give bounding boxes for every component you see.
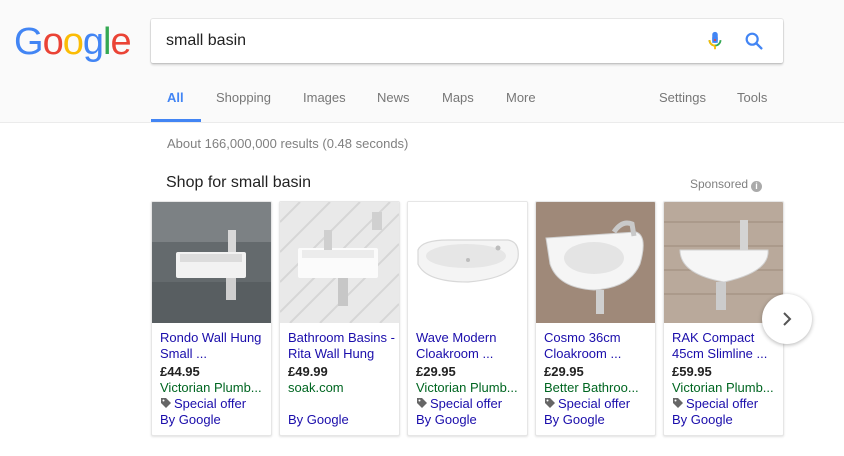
logo-letter: l (102, 21, 112, 63)
tab-news[interactable]: News (377, 90, 410, 105)
tag-icon (673, 398, 683, 408)
product-card[interactable]: Bathroom Basins - Rita Wall Hung £49.99 … (279, 201, 400, 436)
product-card[interactable]: Wave Modern Cloakroom ... £29.95 Victori… (407, 201, 528, 436)
search-tabs: All Shopping Images News Maps More Setti… (0, 80, 844, 123)
tab-all[interactable]: All (167, 90, 184, 105)
by-google-link[interactable]: By Google (672, 412, 782, 428)
product-merchant: soak.com (288, 380, 344, 395)
tag-icon (417, 398, 427, 408)
product-title[interactable]: Rondo Wall Hung Small ... (160, 330, 270, 362)
by-google-link[interactable]: By Google (544, 412, 654, 428)
product-card[interactable]: Cosmo 36cm Cloakroom ... £29.95 Better B… (535, 201, 656, 436)
special-offer[interactable]: Special offer (672, 396, 782, 412)
product-image[interactable] (152, 202, 271, 323)
logo-letter: G (14, 21, 44, 63)
shopping-title: Shop for small basin (166, 174, 311, 191)
tab-tools[interactable]: Tools (737, 90, 767, 105)
product-merchant: Better Bathroo... (544, 380, 639, 395)
product-title[interactable]: Bathroom Basins - Rita Wall Hung (288, 330, 398, 362)
product-merchant: Victorian Plumb... (416, 380, 518, 395)
special-offer-label: Special offer (430, 396, 503, 411)
special-offer (288, 396, 398, 412)
product-price: £59.95 (672, 364, 712, 379)
product-title[interactable]: RAK Compact 45cm Slimline ... (672, 330, 782, 362)
tag-icon (545, 398, 555, 408)
by-google-link[interactable]: By Google (416, 412, 526, 428)
special-offer[interactable]: Special offer (160, 396, 270, 412)
special-offer-label: Special offer (558, 396, 631, 411)
special-offer[interactable]: Special offer (544, 396, 654, 412)
product-title[interactable]: Wave Modern Cloakroom ... (416, 330, 526, 362)
google-logo[interactable]: Google (14, 21, 132, 63)
product-card[interactable]: Rondo Wall Hung Small ... £44.95 Victori… (151, 201, 272, 436)
product-price: £29.95 (416, 364, 456, 379)
special-offer-label: Special offer (686, 396, 759, 411)
product-price: £49.99 (288, 364, 328, 379)
tab-shopping[interactable]: Shopping (216, 90, 271, 105)
mic-icon[interactable] (704, 30, 726, 52)
sponsored-text: Sponsored (690, 177, 749, 191)
special-offer-label: Special offer (174, 396, 247, 411)
product-price: £29.95 (544, 364, 584, 379)
active-tab-indicator (151, 119, 201, 122)
chevron-right-icon (783, 312, 792, 326)
product-info: Rondo Wall Hung Small ... £44.95 Victori… (160, 330, 270, 428)
product-title[interactable]: Cosmo 36cm Cloakroom ... (544, 330, 654, 362)
search-icon[interactable] (743, 30, 765, 52)
tab-more[interactable]: More (506, 90, 536, 105)
special-offer[interactable]: Special offer (416, 396, 526, 412)
by-google-link[interactable]: By Google (288, 412, 398, 428)
result-stats: About 166,000,000 results (0.48 seconds) (167, 136, 409, 151)
by-google-link[interactable]: By Google (160, 412, 270, 428)
search-input[interactable] (166, 29, 686, 53)
product-merchant: Victorian Plumb... (160, 380, 262, 395)
carousel-next-button[interactable] (762, 294, 812, 344)
sponsored-label[interactable]: Sponsored i (690, 177, 763, 192)
info-icon[interactable]: i (751, 181, 763, 192)
product-image[interactable] (536, 202, 655, 323)
product-info: Bathroom Basins - Rita Wall Hung £49.99 … (288, 330, 398, 428)
product-image[interactable] (408, 202, 527, 323)
product-info: Cosmo 36cm Cloakroom ... £29.95 Better B… (544, 330, 654, 428)
tab-maps[interactable]: Maps (442, 90, 474, 105)
product-price: £44.95 (160, 364, 200, 379)
product-info: Wave Modern Cloakroom ... £29.95 Victori… (416, 330, 526, 428)
logo-letter: o (42, 21, 64, 63)
logo-letter: o (62, 21, 84, 63)
tab-images[interactable]: Images (303, 90, 346, 105)
product-info: RAK Compact 45cm Slimline ... £59.95 Vic… (672, 330, 782, 428)
logo-letter: e (110, 21, 131, 63)
logo-letter: g (82, 21, 104, 63)
product-merchant: Victorian Plumb... (672, 380, 774, 395)
header: Google All Shopping Images News Maps Mor… (0, 0, 844, 123)
tab-settings[interactable]: Settings (659, 90, 706, 105)
tag-icon (161, 398, 171, 408)
product-image[interactable] (280, 202, 399, 323)
search-box[interactable] (151, 19, 783, 63)
